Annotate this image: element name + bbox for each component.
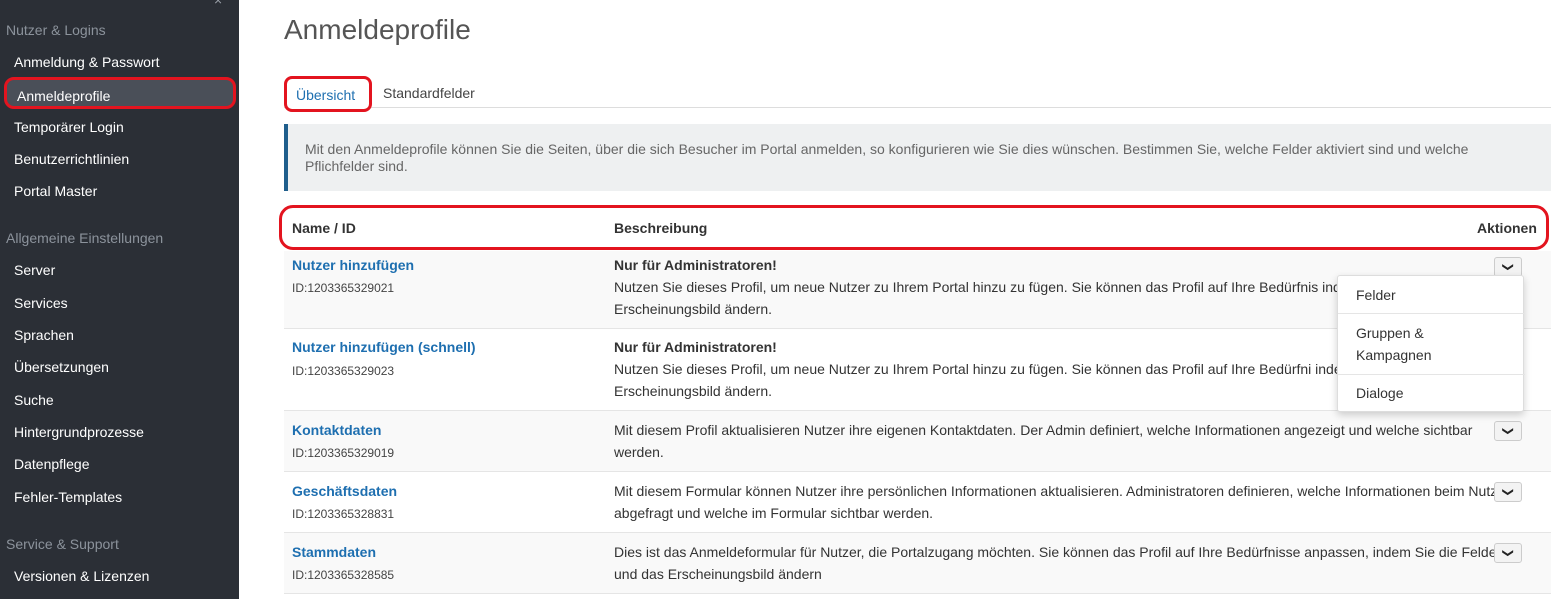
sidebar-item-suche[interactable]: Suche [14,392,234,408]
profile-id: ID:1203365328585 [292,568,395,582]
sidebar-section-title: Allgemeine Einstellungen [6,230,164,246]
info-box: Mit den Anmeldeprofile können Sie die Se… [284,124,1551,191]
profile-name-link[interactable]: Nutzer hinzufügen (schnell) [292,339,476,355]
chevron-down-icon: ❮ [1502,487,1514,497]
profile-id: ID:1203365328831 [292,507,395,521]
profile-id: ID:1203365329021 [292,281,395,295]
profile-name-link[interactable]: Stammdaten [292,544,376,560]
table-header: Name / ID Beschreibung Aktionen [279,205,1549,250]
chevron-down-icon: ❮ [1502,426,1514,436]
menu-item-gruppen-kampagnen[interactable]: Gruppen & Kampagnen [1338,322,1458,366]
profile-name-link[interactable]: Kontaktdaten [292,422,381,438]
sidebar-item-anmeldung-passwort[interactable]: Anmeldung & Passwort [14,54,234,70]
menu-divider [1338,374,1525,375]
sidebar-item-anmeldeprofile[interactable]: Anmeldeprofile [4,77,236,109]
profile-name-link[interactable]: Nutzer hinzufügen [292,257,414,273]
sidebar-item-services[interactable]: Services [14,295,234,311]
sidebar-item-server[interactable]: Server [14,262,234,278]
sidebar-item-portal-master[interactable]: Portal Master [14,183,234,199]
actions-dropdown-button[interactable]: ❮ [1494,482,1522,502]
sidebar-item-versionen-lizenzen[interactable]: Versionen & Lizenzen [14,568,234,584]
tab-standardfelder[interactable]: Standardfelder [383,85,475,101]
actions-dropdown-button[interactable]: ❮ [1494,421,1522,441]
header-description: Beschreibung [614,220,708,236]
description-bold: Nur für Administratoren! [614,339,777,355]
chevron-down-icon: ❮ [1502,262,1514,272]
menu-divider [1338,313,1525,314]
header-name-id: Name / ID [292,220,356,236]
sidebar-section-title: Service & Support [6,536,119,552]
table-row: Kontaktdaten ID:1203365329019 Mit diesem… [284,411,1551,472]
sidebar-item-hintergrundprozesse[interactable]: Hintergrundprozesse [14,424,234,440]
profile-description: Dies ist das Anmeldeformular für Nutzer,… [614,544,1502,582]
header-actions: Aktionen [1477,220,1537,236]
menu-item-dialoge[interactable]: Dialoge [1338,382,1525,404]
profile-name-link[interactable]: Geschäftsdaten [292,483,397,499]
description-bold: Nur für Administratoren! [614,257,777,273]
tab-bar: Übersicht Standardfelder [284,76,1551,112]
profile-description: Mit diesem Formular können Nutzer ihre p… [614,483,1510,521]
profile-description: Mit diesem Profil aktualisieren Nutzer i… [614,422,1473,460]
sidebar-item-uebersetzungen[interactable]: Übersetzungen [14,359,234,375]
actions-dropdown-menu: Felder Gruppen & Kampagnen Dialoge [1337,275,1525,412]
sidebar-item-temporaerer-login[interactable]: Temporärer Login [14,119,234,135]
sidebar: × Nutzer & Logins Anmeldung & Passwort A… [0,0,239,599]
close-icon[interactable]: × [214,0,222,8]
profile-id: ID:1203365329019 [292,446,395,460]
actions-dropdown-button[interactable]: ❮ [1494,257,1522,277]
sidebar-item-sprachen[interactable]: Sprachen [14,327,234,343]
profile-id: ID:1203365329023 [292,364,395,378]
sidebar-item-datenpflege[interactable]: Datenpflege [14,456,234,472]
actions-dropdown-button[interactable]: ❮ [1494,543,1522,563]
page-title: Anmeldeprofile [284,14,471,45]
table-row: Geschäftsdaten ID:1203365328831 Mit dies… [284,472,1551,533]
tab-uebersicht[interactable]: Übersicht [284,76,372,112]
sidebar-item-fehler-templates[interactable]: Fehler-Templates [14,489,234,505]
sidebar-item-benutzerrichtlinien[interactable]: Benutzerrichtlinien [14,151,234,167]
table-row: Stammdaten ID:1203365328585 Dies ist das… [284,533,1551,594]
main-content: Anmeldeprofile Übersicht Standardfelder … [279,0,1551,599]
chevron-down-icon: ❮ [1502,548,1514,558]
sidebar-section-title: Nutzer & Logins [6,22,106,38]
menu-item-felder[interactable]: Felder [1338,284,1525,306]
